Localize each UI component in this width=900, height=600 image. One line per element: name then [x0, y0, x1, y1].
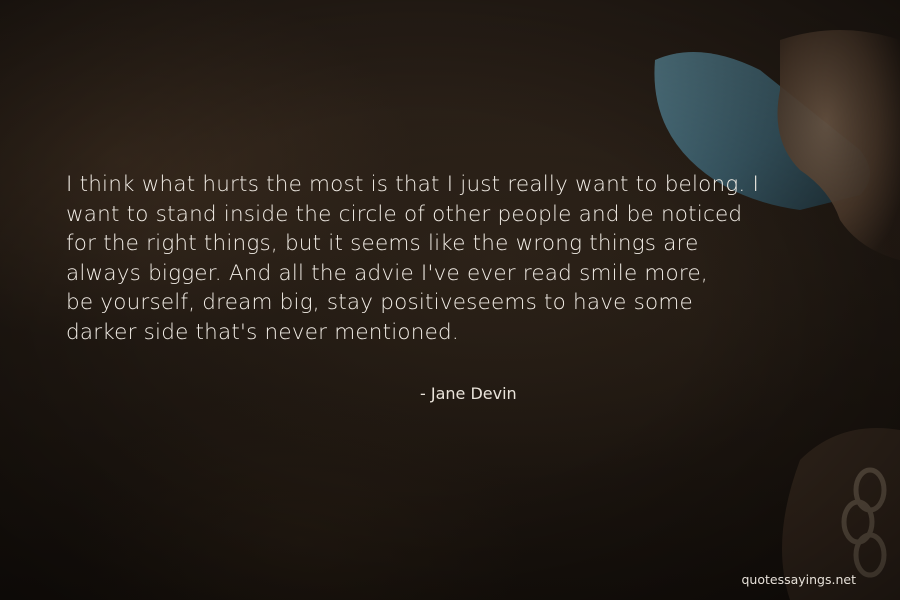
site-watermark: quotessayings.net — [741, 572, 856, 587]
quote-image: I think what hurts the most is that I ju… — [0, 0, 900, 600]
quote-text: I think what hurts the most is that I ju… — [66, 172, 760, 345]
quote-author: - Jane Devin — [420, 384, 517, 403]
